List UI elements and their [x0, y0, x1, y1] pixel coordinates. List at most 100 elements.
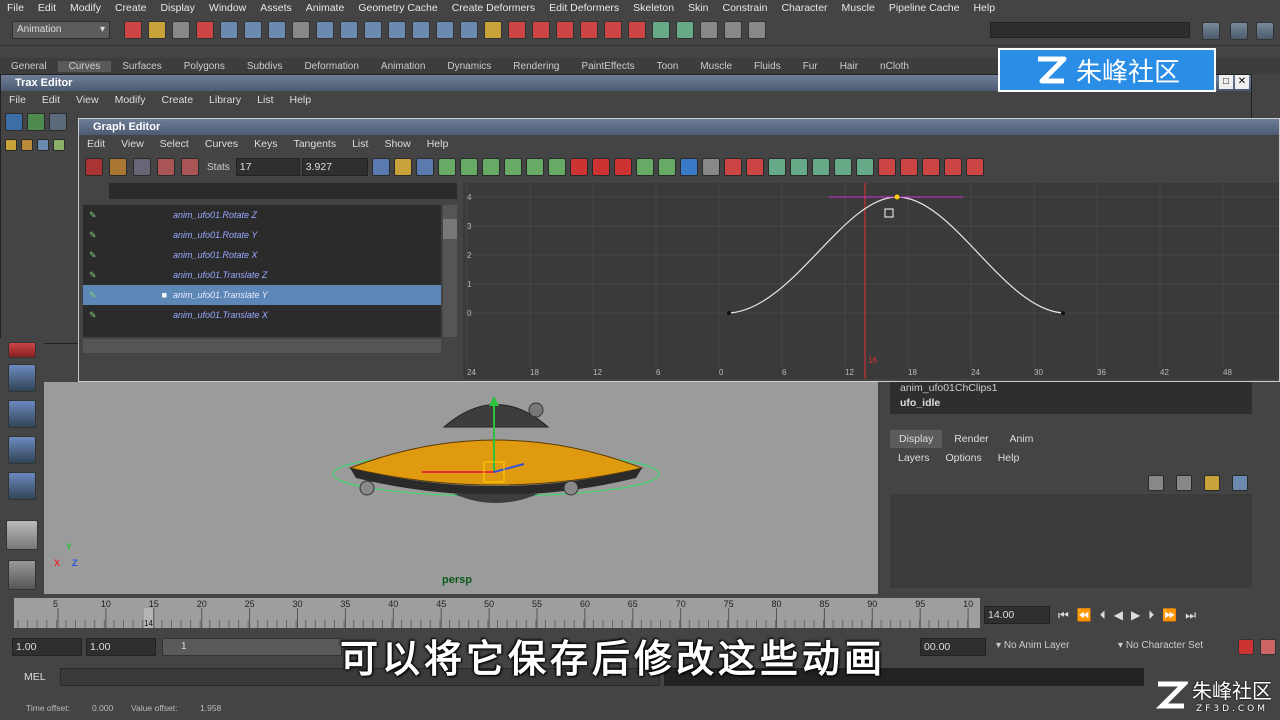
menu-animate[interactable]: Animate	[299, 2, 352, 14]
lock-icon[interactable]	[5, 139, 17, 151]
clip-list[interactable]: anim_ufo01ChClips1 ufo_idle	[890, 382, 1252, 414]
shelf-tab-subdivs[interactable]: Subdivs	[236, 61, 294, 72]
lattice-icon[interactable]	[133, 158, 151, 176]
graph-tool-icon[interactable]	[855, 158, 874, 176]
menu-muscle[interactable]: Muscle	[835, 2, 882, 14]
layer-list[interactable]	[890, 494, 1252, 588]
trax-create-clip-icon[interactable]	[27, 113, 45, 131]
menu-display[interactable]: Display	[153, 2, 201, 14]
graph-tool-icon[interactable]	[811, 158, 830, 176]
graph-tool-icon[interactable]	[921, 158, 940, 176]
graph-menu-keys[interactable]: Keys	[246, 138, 285, 150]
status-tool-icon[interactable]	[124, 21, 142, 39]
status-tool-icon[interactable]	[652, 21, 670, 39]
shelf-tab-rendering[interactable]: Rendering	[502, 61, 570, 72]
graph-tool-icon[interactable]	[679, 158, 698, 176]
menu-geometry-cache[interactable]: Geometry Cache	[351, 2, 444, 14]
end-time-field[interactable]: 00.00	[920, 638, 986, 656]
menu-pipeline-cache[interactable]: Pipeline Cache	[882, 2, 967, 14]
graph-tool-icon[interactable]	[591, 158, 610, 176]
scale-tool-icon[interactable]	[8, 342, 36, 358]
stats-frame-field[interactable]: 17	[235, 158, 300, 176]
menu-skin[interactable]: Skin	[681, 2, 715, 14]
trax-menu-library[interactable]: Library	[201, 94, 249, 106]
status-tool-icon[interactable]	[268, 21, 286, 39]
shelf-tab-animation[interactable]: Animation	[370, 61, 436, 72]
layer-move-down-icon[interactable]	[1176, 475, 1192, 491]
solo-icon[interactable]	[37, 139, 49, 151]
tab-render[interactable]: Render	[945, 430, 997, 448]
outliner-layout-icon[interactable]	[6, 520, 38, 550]
graph-menu-list[interactable]: List	[344, 138, 376, 150]
graph-tool-icon[interactable]	[723, 158, 742, 176]
show-manipulator-icon[interactable]	[8, 364, 36, 392]
status-tool-icon[interactable]	[604, 21, 622, 39]
status-tool-icon[interactable]	[580, 21, 598, 39]
menu-help[interactable]: Help	[990, 452, 1028, 464]
play-backward-icon[interactable]: ◀	[1114, 608, 1123, 623]
shelf-tab-deformation[interactable]: Deformation	[293, 61, 369, 72]
current-time-field[interactable]: 14.00	[984, 606, 1050, 624]
attribute-editor-icon[interactable]	[1202, 22, 1220, 40]
graph-tool-icon[interactable]	[613, 158, 632, 176]
menu-assets[interactable]: Assets	[253, 2, 299, 14]
curve-list-item[interactable]: ✎ anim_ufo01.Rotate X	[83, 245, 441, 265]
trax-menu-view[interactable]: View	[68, 94, 107, 106]
graph-tool-icon[interactable]	[525, 158, 544, 176]
status-tool-icon[interactable]	[220, 21, 238, 39]
menu-skeleton[interactable]: Skeleton	[626, 2, 681, 14]
outliner-hscrollbar[interactable]	[83, 339, 441, 353]
step-back-frame-icon[interactable]: ⏴	[1100, 608, 1106, 623]
move-key-icon[interactable]	[85, 158, 103, 176]
status-tool-icon[interactable]	[628, 21, 646, 39]
single-pane-icon[interactable]	[8, 400, 36, 428]
status-tool-icon[interactable]	[148, 21, 166, 39]
outliner-scrollbar[interactable]	[443, 205, 457, 337]
graph-menu-tangents[interactable]: Tangents	[285, 138, 344, 150]
new-layer-selected-icon[interactable]	[1232, 475, 1248, 491]
status-tool-icon[interactable]	[460, 21, 478, 39]
shelf-tab-muscle[interactable]: Muscle	[689, 61, 743, 72]
graph-tool-icon[interactable]	[437, 158, 456, 176]
shelf-tab-curves[interactable]: Curves	[57, 60, 112, 72]
status-tool-icon[interactable]	[412, 21, 430, 39]
status-tool-icon[interactable]	[340, 21, 358, 39]
trax-load-icon[interactable]	[5, 113, 23, 131]
status-tool-icon[interactable]	[676, 21, 694, 39]
shelf-tab-surfaces[interactable]: Surfaces	[111, 61, 172, 72]
selected-key[interactable]	[894, 194, 900, 200]
graph-tool-icon[interactable]	[767, 158, 786, 176]
go-to-start-icon[interactable]: ⏮	[1058, 608, 1069, 623]
status-tool-icon[interactable]	[700, 21, 718, 39]
range-slider[interactable]: 1	[162, 638, 342, 656]
graph-menu-curves[interactable]: Curves	[197, 138, 246, 150]
status-tool-icon[interactable]	[724, 21, 742, 39]
curve-key[interactable]	[1061, 311, 1065, 315]
curve-list-item[interactable]: ✎ anim_ufo01.Translate Z	[83, 265, 441, 285]
menu-edit-deformers[interactable]: Edit Deformers	[542, 2, 626, 14]
new-layer-icon[interactable]	[1204, 475, 1220, 491]
shelf-tab-polygons[interactable]: Polygons	[173, 61, 236, 72]
region-icon[interactable]	[157, 158, 175, 176]
insert-key-icon[interactable]	[109, 158, 127, 176]
clip-item[interactable]: anim_ufo01ChClips1	[890, 382, 1252, 397]
status-tool-icon[interactable]	[508, 21, 526, 39]
graph-tool-icon[interactable]	[415, 158, 434, 176]
playback-start-field[interactable]: 1.00	[86, 638, 156, 656]
tab-anim[interactable]: Anim	[1000, 430, 1042, 448]
step-forward-key-icon[interactable]: ⏩	[1162, 608, 1177, 623]
preferences-icon[interactable]	[1260, 639, 1276, 655]
trax-menu-list[interactable]: List	[249, 94, 281, 106]
shelf-tab-dynamics[interactable]: Dynamics	[436, 61, 502, 72]
status-tool-icon[interactable]	[196, 21, 214, 39]
status-tool-icon[interactable]	[364, 21, 382, 39]
tool-settings-icon[interactable]	[1230, 22, 1248, 40]
trax-menu-help[interactable]: Help	[282, 94, 320, 106]
status-tool-icon[interactable]	[436, 21, 454, 39]
status-tool-icon[interactable]	[556, 21, 574, 39]
menu-character[interactable]: Character	[774, 2, 834, 14]
shelf-tab-general[interactable]: General	[0, 61, 58, 72]
curve-key[interactable]	[727, 311, 731, 315]
menu-create[interactable]: Create	[108, 2, 154, 14]
shelf-tab-ncloth[interactable]: nCloth	[869, 61, 920, 72]
